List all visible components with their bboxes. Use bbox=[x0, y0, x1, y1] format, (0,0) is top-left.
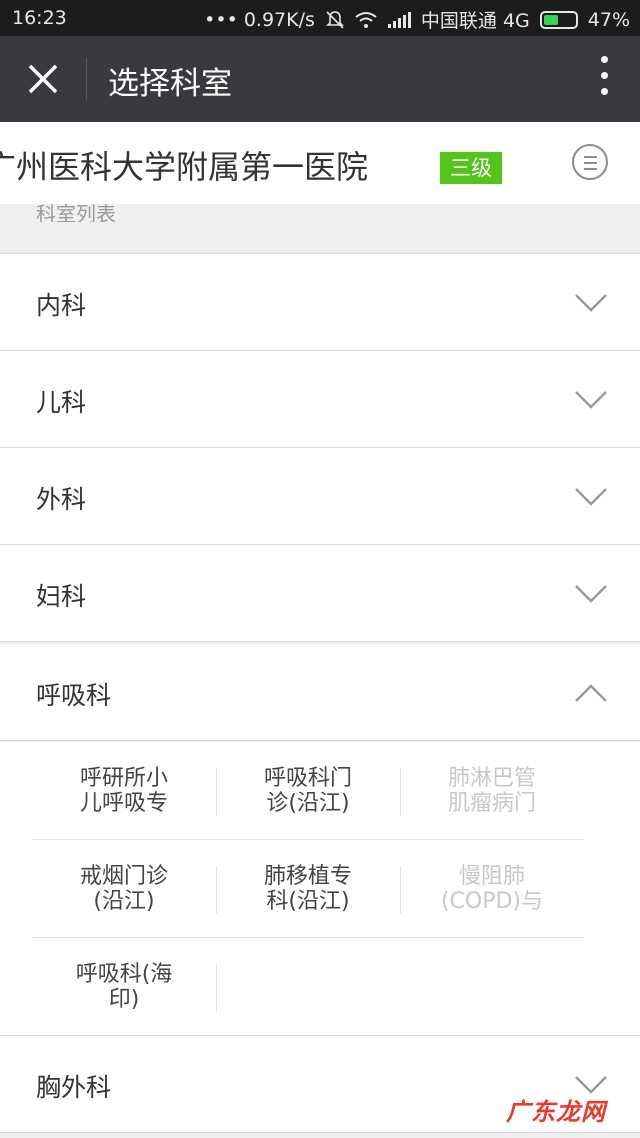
more-menu-icon[interactable] bbox=[598, 56, 610, 102]
sub-dept-line: 诊(沿江) bbox=[266, 791, 350, 816]
battery-icon bbox=[539, 10, 578, 29]
sub-dept-line: 慢阻肺 bbox=[458, 864, 525, 889]
sub-dept-line: 呼吸科(海 bbox=[75, 962, 173, 987]
dept-label: 呼吸科 bbox=[36, 681, 112, 710]
sub-dept-line: (沿江) bbox=[93, 889, 155, 914]
signal-icon bbox=[387, 11, 411, 28]
sub-dept-item[interactable]: 呼吸科(海 印) bbox=[32, 938, 216, 1035]
mute-bell-icon bbox=[325, 10, 344, 29]
sub-dept-line: 肺移植专 bbox=[263, 864, 352, 889]
sub-dept-item[interactable]: 呼吸科门 诊(沿江) bbox=[216, 742, 400, 839]
hamburger-menu-icon[interactable] bbox=[572, 144, 608, 180]
title-divider bbox=[86, 58, 87, 100]
carrier-label: 中国联通 4G bbox=[420, 10, 530, 32]
chevron-down-icon bbox=[575, 585, 607, 603]
watermark-logo: 广东龙网 bbox=[506, 1098, 606, 1126]
dept-label: 妇科 bbox=[36, 582, 87, 611]
sub-dept-item[interactable]: 慢阻肺 (COPD)与 bbox=[400, 840, 584, 937]
dept-label: 内科 bbox=[36, 291, 87, 320]
hospital-name: 广州医科大学附属第一医院 bbox=[0, 148, 369, 186]
close-icon[interactable] bbox=[24, 60, 62, 98]
dept-row-neike[interactable]: 内科 bbox=[0, 254, 640, 351]
title-bar: 选择科室 bbox=[0, 36, 640, 122]
dept-row-huxike[interactable]: 呼吸科 bbox=[0, 644, 640, 741]
grid-divider bbox=[400, 768, 401, 816]
grid-divider bbox=[216, 768, 217, 816]
sub-dept-line: 呼研所小 bbox=[79, 766, 168, 791]
sub-dept-line: 呼吸科门 bbox=[263, 766, 352, 791]
status-right: ••• 0.97K/s 中国联通 4G 47% bbox=[204, 6, 630, 33]
wifi-icon bbox=[355, 11, 377, 28]
sub-dept-line: 肺淋巴管 bbox=[447, 766, 536, 791]
dept-label: 胸外科 bbox=[36, 1073, 112, 1102]
sub-dept-item[interactable]: 戒烟门诊 (沿江) bbox=[32, 840, 216, 937]
grid-divider bbox=[216, 866, 217, 914]
network-speed: ••• 0.97K/s bbox=[204, 8, 315, 31]
dept-label: 外科 bbox=[36, 485, 87, 514]
sub-dept-item[interactable]: 呼研所小 儿呼吸专 bbox=[32, 742, 216, 839]
status-time: 16:23 bbox=[12, 7, 67, 29]
page-title: 选择科室 bbox=[108, 66, 232, 102]
battery-percent: 47% bbox=[587, 8, 630, 31]
status-bar: 16:23 ••• 0.97K/s 中国联通 4G 47% bbox=[0, 0, 640, 36]
dept-label: 儿科 bbox=[36, 388, 87, 417]
section-label: 科室列表 bbox=[36, 202, 116, 222]
sub-dept-line: 儿呼吸专 bbox=[79, 791, 168, 816]
sub-dept-line: 肌瘤病门 bbox=[447, 791, 536, 816]
sub-dept-item[interactable]: 肺移植专 科(沿江) bbox=[216, 840, 400, 937]
chevron-up-icon bbox=[575, 684, 607, 702]
grid-divider bbox=[400, 866, 401, 914]
dept-row-fuke[interactable]: 妇科 bbox=[0, 545, 640, 642]
sub-dept-line: 科(沿江) bbox=[266, 889, 350, 914]
sub-dept-item[interactable]: 肺淋巴管 肌瘤病门 bbox=[400, 742, 584, 839]
sub-dept-line: 印) bbox=[108, 987, 140, 1012]
chevron-down-icon bbox=[575, 294, 607, 312]
chevron-down-icon bbox=[575, 488, 607, 506]
sub-dept-line: 戒烟门诊 bbox=[79, 864, 168, 889]
dept-row-erke[interactable]: 儿科 bbox=[0, 351, 640, 448]
sub-dept-line: (COPD)与 bbox=[440, 889, 544, 914]
hospital-level-badge: 三级 bbox=[440, 152, 502, 184]
grid-divider bbox=[216, 964, 217, 1012]
hospital-header: 广州医科大学附属第一医院 三级 bbox=[0, 122, 640, 204]
dept-row-waike[interactable]: 外科 bbox=[0, 448, 640, 545]
sub-department-panel: 呼研所小 儿呼吸专 呼吸科门 诊(沿江) 肺淋巴管 肌瘤病门 戒烟门诊 (沿江)… bbox=[0, 742, 640, 1036]
chevron-down-icon bbox=[575, 391, 607, 409]
